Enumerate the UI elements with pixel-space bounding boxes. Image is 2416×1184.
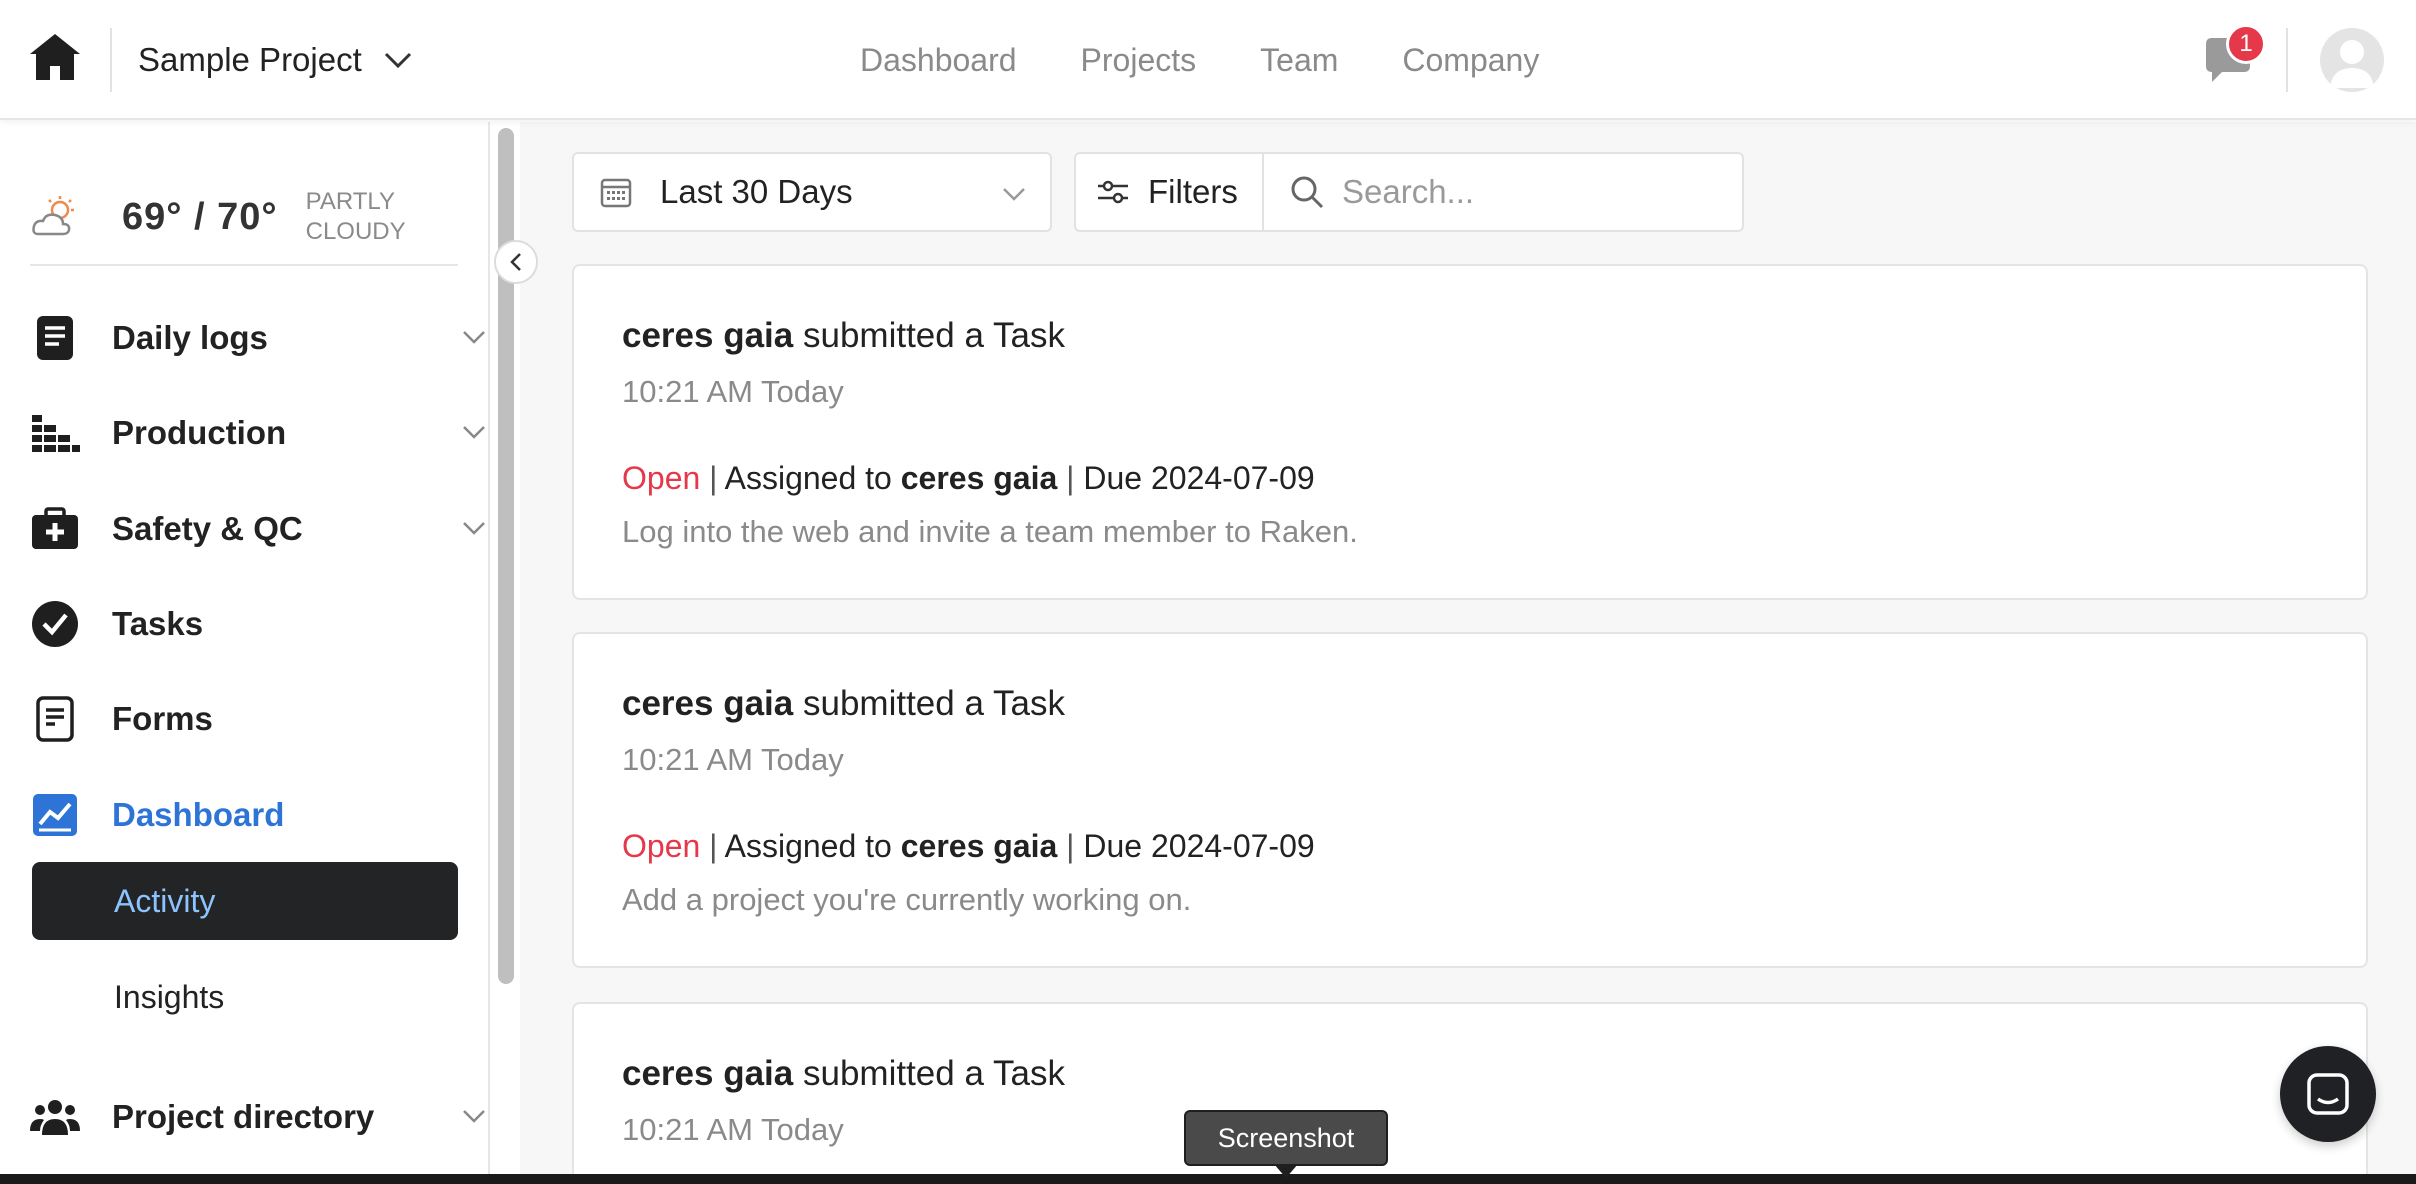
activity-user: ceres gaia bbox=[622, 316, 794, 355]
activity-action: submitted a Task bbox=[802, 684, 1065, 723]
tooltip-arrow bbox=[1274, 1164, 1298, 1178]
sidebar-subitem-activity[interactable]: Activity bbox=[32, 862, 458, 940]
temperature: 69° / 70° bbox=[122, 195, 278, 238]
top-bar: Sample Project Dashboard Projects Team C… bbox=[0, 0, 2416, 120]
activity-user: ceres gaia bbox=[622, 684, 794, 723]
screenshot-tooltip: Screenshot bbox=[1184, 1110, 1388, 1166]
people-icon bbox=[30, 1092, 80, 1142]
sidebar: 69° / 70° PARTLY CLOUDY Daily logs Produ… bbox=[0, 122, 490, 1184]
search-box bbox=[1264, 152, 1744, 232]
sidebar-item-production[interactable]: Production bbox=[30, 398, 490, 468]
activity-action: submitted a Task bbox=[802, 1054, 1065, 1093]
divider bbox=[110, 28, 112, 92]
chat-icon bbox=[2307, 1073, 2349, 1115]
activity-title: ceres gaia submitted a Task bbox=[622, 1054, 1065, 1094]
chevron-left-icon bbox=[510, 253, 521, 271]
due-date: Due 2024-07-09 bbox=[1083, 828, 1315, 864]
nav-projects[interactable]: Projects bbox=[1081, 42, 1197, 79]
daily-logs-icon bbox=[30, 313, 80, 363]
nav-company[interactable]: Company bbox=[1402, 42, 1539, 79]
activity-action: submitted a Task bbox=[802, 316, 1065, 355]
search-icon bbox=[1291, 176, 1324, 209]
weather-widget: 69° / 70° PARTLY CLOUDY bbox=[30, 162, 406, 272]
date-range-value: Last 30 Days bbox=[660, 173, 853, 210]
weather-condition: PARTLY CLOUDY bbox=[305, 188, 406, 245]
chevron-down-icon bbox=[463, 426, 485, 439]
sidebar-subitem-insights[interactable]: Insights bbox=[32, 958, 458, 1036]
task-description: Add a project you're currently working o… bbox=[622, 882, 1192, 917]
activity-title: ceres gaia submitted a Task bbox=[622, 316, 1065, 356]
activity-time: 10:21 AM Today bbox=[622, 374, 844, 409]
due-date: Due 2024-07-09 bbox=[1083, 460, 1315, 496]
user-silhouette-icon bbox=[2330, 40, 2374, 88]
chevron-down-icon bbox=[1003, 188, 1025, 201]
filters-label: Filters bbox=[1148, 173, 1238, 210]
collapse-sidebar-button[interactable] bbox=[494, 240, 538, 284]
sidebar-item-safety-qc[interactable]: Safety & QC bbox=[30, 494, 490, 564]
sidebar-item-label: Project directory bbox=[112, 1098, 375, 1135]
search-input[interactable] bbox=[1342, 173, 1722, 211]
assignee: ceres gaia bbox=[900, 460, 1058, 496]
activity-time: 10:21 AM Today bbox=[622, 1112, 844, 1147]
sidebar-item-forms[interactable]: Forms bbox=[30, 684, 490, 754]
activity-time: 10:21 AM Today bbox=[622, 742, 844, 777]
activity-card[interactable]: ceres gaia submitted a Task 10:21 AM Tod… bbox=[572, 264, 2368, 600]
chevron-down-icon bbox=[463, 1110, 485, 1123]
task-description: Log into the web and invite a team membe… bbox=[622, 514, 1358, 549]
divider bbox=[30, 264, 458, 266]
chat-launcher-button[interactable] bbox=[2280, 1046, 2376, 1142]
status-badge: Open bbox=[622, 460, 701, 496]
chevron-down-icon bbox=[463, 522, 485, 535]
sidebar-item-label: Dashboard bbox=[112, 796, 285, 833]
partly-cloudy-icon bbox=[32, 196, 74, 236]
avatar[interactable] bbox=[2320, 28, 2384, 92]
chevron-down-icon bbox=[384, 52, 411, 69]
chart-icon bbox=[30, 790, 80, 840]
activity-card[interactable]: ceres gaia submitted a Task 10:21 AM Tod… bbox=[572, 1002, 2368, 1184]
activity-user: ceres gaia bbox=[622, 1054, 794, 1093]
first-aid-kit-icon bbox=[30, 504, 80, 554]
check-circle-icon bbox=[30, 599, 80, 649]
sidebar-item-label: Production bbox=[112, 414, 287, 451]
divider bbox=[2286, 28, 2288, 92]
filters-button[interactable]: Filters bbox=[1074, 152, 1264, 232]
task-status-line: Open | Assigned to ceres gaia | Due 2024… bbox=[622, 828, 1315, 864]
window-edge bbox=[0, 1174, 2416, 1184]
sidebar-item-label: Forms bbox=[112, 700, 213, 737]
activity-title: ceres gaia submitted a Task bbox=[622, 684, 1065, 724]
sidebar-item-label: Safety & QC bbox=[112, 510, 303, 547]
status-badge: Open bbox=[622, 828, 701, 864]
sidebar-item-label: Tasks bbox=[112, 605, 204, 642]
sidebar-item-tasks[interactable]: Tasks bbox=[30, 589, 490, 659]
notification-badge: 1 bbox=[2226, 24, 2266, 64]
nav-dashboard[interactable]: Dashboard bbox=[860, 42, 1017, 79]
sidebar-item-daily-logs[interactable]: Daily logs bbox=[30, 303, 490, 373]
production-icon bbox=[30, 408, 80, 458]
form-document-icon bbox=[30, 694, 80, 744]
main-nav: Dashboard Projects Team Company bbox=[860, 30, 1539, 90]
sliders-icon bbox=[1098, 180, 1128, 204]
task-status-line: Open | Assigned to ceres gaia | Due 2024… bbox=[622, 460, 1315, 496]
nav-team[interactable]: Team bbox=[1260, 42, 1338, 79]
home-icon[interactable] bbox=[28, 32, 82, 82]
project-name: Sample Project bbox=[138, 41, 362, 78]
sidebar-item-dashboard[interactable]: Dashboard bbox=[30, 780, 490, 850]
sidebar-item-label: Daily logs bbox=[112, 319, 268, 356]
activity-card[interactable]: ceres gaia submitted a Task 10:21 AM Tod… bbox=[572, 632, 2368, 968]
activity-feed: Last 30 Days Filters ceres gaia submitte… bbox=[520, 122, 2416, 1184]
date-range-select[interactable]: Last 30 Days bbox=[572, 152, 1052, 232]
assignee: ceres gaia bbox=[900, 828, 1058, 864]
calendar-icon bbox=[600, 178, 632, 208]
sidebar-item-project-directory[interactable]: Project directory bbox=[30, 1082, 490, 1152]
chevron-down-icon bbox=[463, 331, 485, 344]
project-selector[interactable]: Sample Project bbox=[138, 30, 412, 90]
